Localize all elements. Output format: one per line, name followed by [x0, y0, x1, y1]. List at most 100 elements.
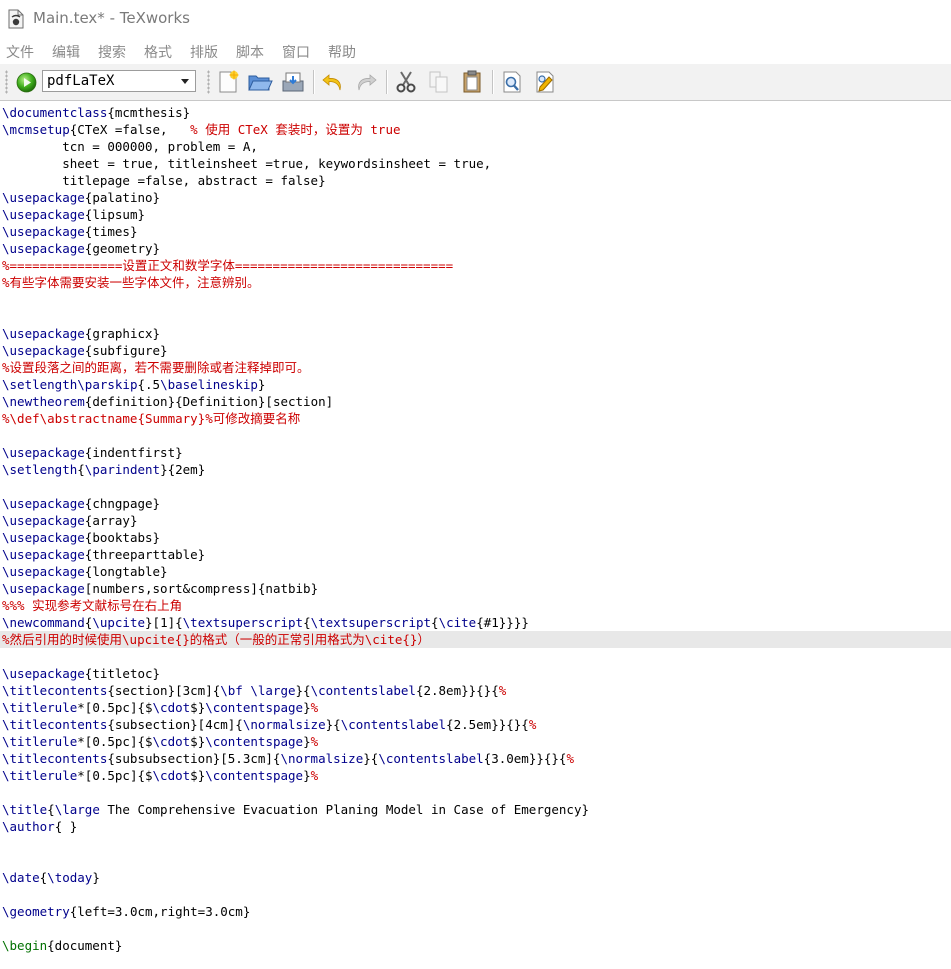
code-text: }{	[295, 683, 311, 698]
code-text: }	[257, 377, 266, 392]
code-line[interactable]: \usepackage{titletoc}	[2, 665, 160, 682]
code-line[interactable]: \date{\today}	[2, 869, 100, 886]
code-command: \newtheorem	[2, 394, 85, 409]
menu-scripts[interactable]: 脚本	[236, 42, 264, 62]
code-line[interactable]: titlepage =false, abstract = false}	[2, 172, 326, 189]
code-text: The Comprehensive Evacuation Planing Mod…	[99, 802, 590, 817]
code-comment: % 使用 CTeX 套装时，设置为 true	[190, 122, 401, 137]
code-text: {#1}}}}	[476, 615, 529, 630]
code-line[interactable]: \usepackage{subfigure}	[2, 342, 168, 359]
code-line[interactable]: tcn = 000000, problem = A,	[2, 138, 258, 155]
code-line[interactable]: %有些字体需要安装一些字体文件，注意辨别。	[2, 274, 260, 291]
toolbar-separator	[313, 70, 314, 94]
code-command: \contentslabel	[310, 683, 416, 698]
code-command: \usepackage	[2, 343, 85, 358]
code-line[interactable]: \usepackage{array}	[2, 512, 137, 529]
code-line[interactable]: \usepackage{booktabs}	[2, 529, 160, 546]
code-line[interactable]: \documentclass{mcmthesis}	[2, 104, 190, 121]
code-line[interactable]: \newcommand{\upcite}[1]{\textsuperscript…	[2, 614, 529, 631]
code-text: {subsection}[4cm]{	[107, 717, 243, 732]
code-text: tcn = 000000, problem = A,	[2, 139, 258, 154]
code-line[interactable]: \begin{document}	[2, 937, 122, 954]
code-command: \cdot	[152, 700, 191, 715]
code-line[interactable]: \usepackage{palatino}	[2, 189, 160, 206]
code-comment: %	[310, 700, 319, 715]
code-line[interactable]: \titlerule*[0.5pc]{$\cdot$}\contentspage…	[2, 699, 318, 716]
code-line[interactable]: \titlerule*[0.5pc]{$\cdot$}\contentspage…	[2, 733, 318, 750]
code-command: \contentspage	[205, 734, 304, 749]
code-line[interactable]: \setlength\parskip{.5\baselineskip}	[2, 376, 265, 393]
menu-search[interactable]: 搜索	[98, 42, 126, 62]
toolbar-grip[interactable]	[5, 70, 8, 94]
code-line[interactable]: \titlecontents{section}[3cm]{\bf \large}…	[2, 682, 506, 699]
code-line[interactable]: \titlerule*[0.5pc]{$\cdot$}\contentspage…	[2, 767, 318, 784]
code-line[interactable]: \titlecontents{subsubsection}[5.3cm]{\no…	[2, 750, 574, 767]
code-line[interactable]: %设置段落之间的距离，若不需要删除或者注释掉即可。	[2, 359, 310, 376]
typeset-icon[interactable]	[16, 72, 37, 93]
copy-icon[interactable]	[426, 69, 452, 95]
code-text: {mcmthesis}	[107, 105, 191, 120]
typeset-engine-select[interactable]: pdfLaTeX	[42, 70, 196, 92]
code-line[interactable]: \usepackage{indentfirst}	[2, 444, 183, 461]
code-comment: %设置段落之间的距离，若不需要删除或者注释掉即可。	[2, 360, 310, 375]
code-command: \date	[2, 870, 40, 885]
code-line[interactable]: \usepackage{threeparttable}	[2, 546, 205, 563]
code-line[interactable]: %\def\abstractname{Summary}%可修改摘要名称	[2, 410, 300, 427]
code-line[interactable]: \geometry{left=3.0cm,right=3.0cm}	[2, 903, 250, 920]
code-command: \titlerule	[2, 768, 78, 783]
new-file-icon[interactable]	[215, 69, 241, 95]
menu-format[interactable]: 格式	[144, 42, 172, 62]
code-text: titlepage =false, abstract = false}	[2, 173, 326, 188]
code-text: {geometry}	[84, 241, 161, 256]
save-icon[interactable]	[280, 69, 306, 95]
code-command: \titlerule	[2, 700, 78, 715]
toolbar-grip[interactable]	[207, 70, 210, 94]
menu-edit[interactable]: 编辑	[52, 42, 80, 62]
code-command: \newcommand	[2, 615, 85, 630]
code-command: \usepackage	[2, 224, 85, 239]
code-line[interactable]: \mcmsetup{CTeX =false, % 使用 CTeX 套装时，设置为…	[2, 121, 401, 138]
code-line[interactable]: \usepackage{times}	[2, 223, 137, 240]
code-line[interactable]: \newtheorem{definition}{Definition}[sect…	[2, 393, 333, 410]
code-line[interactable]: \title{\large The Comprehensive Evacuati…	[2, 801, 589, 818]
menu-window[interactable]: 窗口	[282, 42, 310, 62]
code-line[interactable]: %然后引用的时候使用\upcite{}的格式（一般的正常引用格式为\cite{}…	[0, 631, 951, 648]
code-line[interactable]: sheet = true, titleinsheet =true, keywor…	[2, 155, 491, 172]
code-text: {left=3.0cm,right=3.0cm}	[69, 904, 251, 919]
redo-icon[interactable]	[353, 69, 379, 95]
code-line[interactable]: \usepackage{longtable}	[2, 563, 168, 580]
code-line[interactable]: %===============设置正文和数学字体===============…	[2, 257, 453, 274]
code-line[interactable]: \usepackage{chngpage}	[2, 495, 160, 512]
code-text: {	[47, 802, 55, 817]
code-line[interactable]: \titlecontents{subsection}[4cm]{\normals…	[2, 716, 536, 733]
code-text: {threeparttable}	[84, 547, 206, 562]
code-line[interactable]: \usepackage{lipsum}	[2, 206, 145, 223]
menu-file[interactable]: 文件	[6, 42, 34, 62]
code-editor[interactable]: \documentclass{mcmthesis} \mcmsetup{CTeX …	[0, 101, 951, 969]
menu-typeset[interactable]: 排版	[190, 42, 218, 62]
code-text: $}	[190, 734, 206, 749]
paste-icon[interactable]	[459, 69, 485, 95]
code-command: \usepackage	[2, 547, 85, 562]
code-command: \usepackage	[2, 496, 85, 511]
code-text: {subfigure}	[84, 343, 168, 358]
code-text: *[0.5pc]{$	[77, 768, 153, 783]
code-line[interactable]: \setlength{\parindent}{2em}	[2, 461, 205, 478]
menu-help[interactable]: 帮助	[328, 42, 356, 62]
cut-icon[interactable]	[393, 69, 419, 95]
code-command: \textsuperscript	[182, 615, 304, 630]
code-line[interactable]: \usepackage[numbers,sort&compress]{natbi…	[2, 580, 318, 597]
code-command: \parskip	[77, 377, 138, 392]
code-line[interactable]: %%% 实现参考文献标号在右上角	[2, 597, 182, 614]
find-icon[interactable]	[499, 69, 525, 95]
code-line[interactable]: \usepackage{graphicx}	[2, 325, 160, 342]
open-folder-icon[interactable]	[247, 69, 273, 95]
undo-icon[interactable]	[320, 69, 346, 95]
code-comment: %有些字体需要安装一些字体文件，注意辨别。	[2, 275, 260, 290]
code-text: {document}	[47, 938, 123, 953]
code-line[interactable]: \usepackage{geometry}	[2, 240, 160, 257]
code-line[interactable]: \author{ }	[2, 818, 77, 835]
code-comment: %%% 实现参考文献标号在右上角	[2, 598, 183, 613]
replace-icon[interactable]	[532, 69, 558, 95]
code-text: {	[77, 462, 85, 477]
